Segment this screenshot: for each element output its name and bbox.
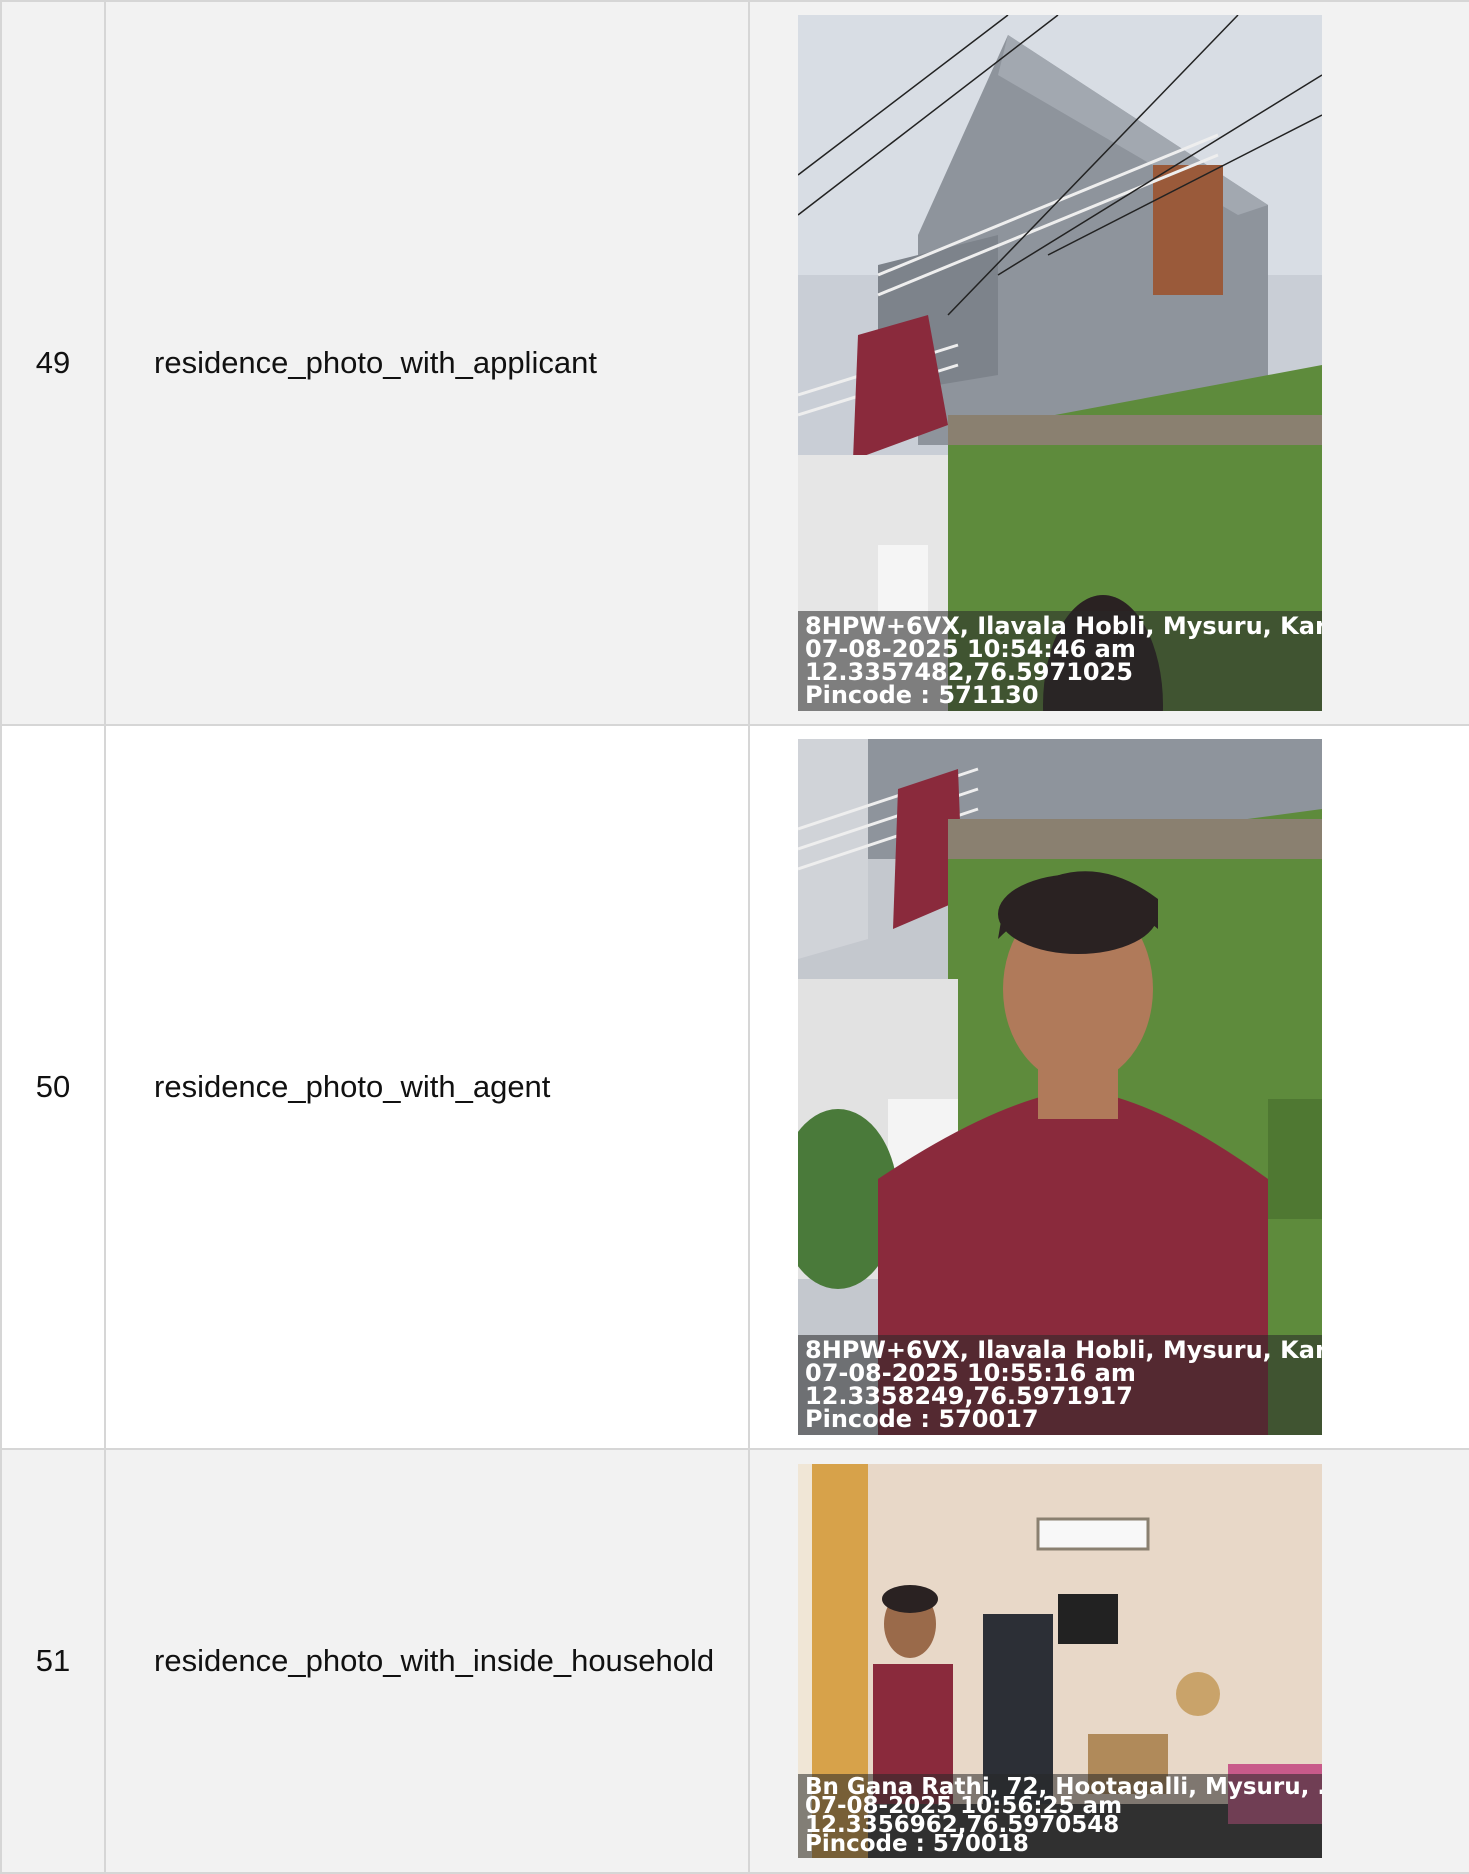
stamp-pincode: Pincode : 570017 (805, 1405, 1039, 1433)
row-field-name: residence_photo_with_inside_household (104, 1448, 750, 1874)
photo-illustration (798, 15, 1322, 711)
geo-stamp: Bn Gana Rathi, 72, Hootagalli, Mysuru, .… (798, 1774, 1322, 1858)
residence-photo[interactable]: Bn Gana Rathi, 72, Hootagalli, Mysuru, .… (798, 1464, 1322, 1858)
row-serial: 49 (0, 0, 106, 726)
photo-illustration (798, 739, 1322, 1435)
residence-photo[interactable]: 8HPW+6VX, Ilavala Hobli, Mysuru, Karnata… (798, 739, 1322, 1435)
row-field-name: residence_photo_with_applicant (104, 0, 750, 726)
photo-table: 49 residence_photo_with_applicant 8HPW+6… (0, 0, 1469, 1874)
row-serial: 50 (0, 724, 106, 1450)
geo-stamp: 8HPW+6VX, Ilavala Hobli, Mysuru, Karnata… (798, 1335, 1322, 1435)
table-row: 50 residence_photo_with_agent 8HPW+6VX, … (0, 724, 1469, 1450)
stamp-pincode: Pincode : 571130 (805, 681, 1039, 709)
row-serial: 51 (0, 1448, 106, 1874)
table-row: 51 residence_photo_with_inside_household (0, 1448, 1469, 1874)
geo-stamp: 8HPW+6VX, Ilavala Hobli, Mysuru, Karnata… (798, 611, 1322, 711)
residence-photo[interactable]: 8HPW+6VX, Ilavala Hobli, Mysuru, Karnata… (798, 15, 1322, 711)
row-field-name: residence_photo_with_agent (104, 724, 750, 1450)
table-row: 49 residence_photo_with_applicant 8HPW+6… (0, 0, 1469, 726)
